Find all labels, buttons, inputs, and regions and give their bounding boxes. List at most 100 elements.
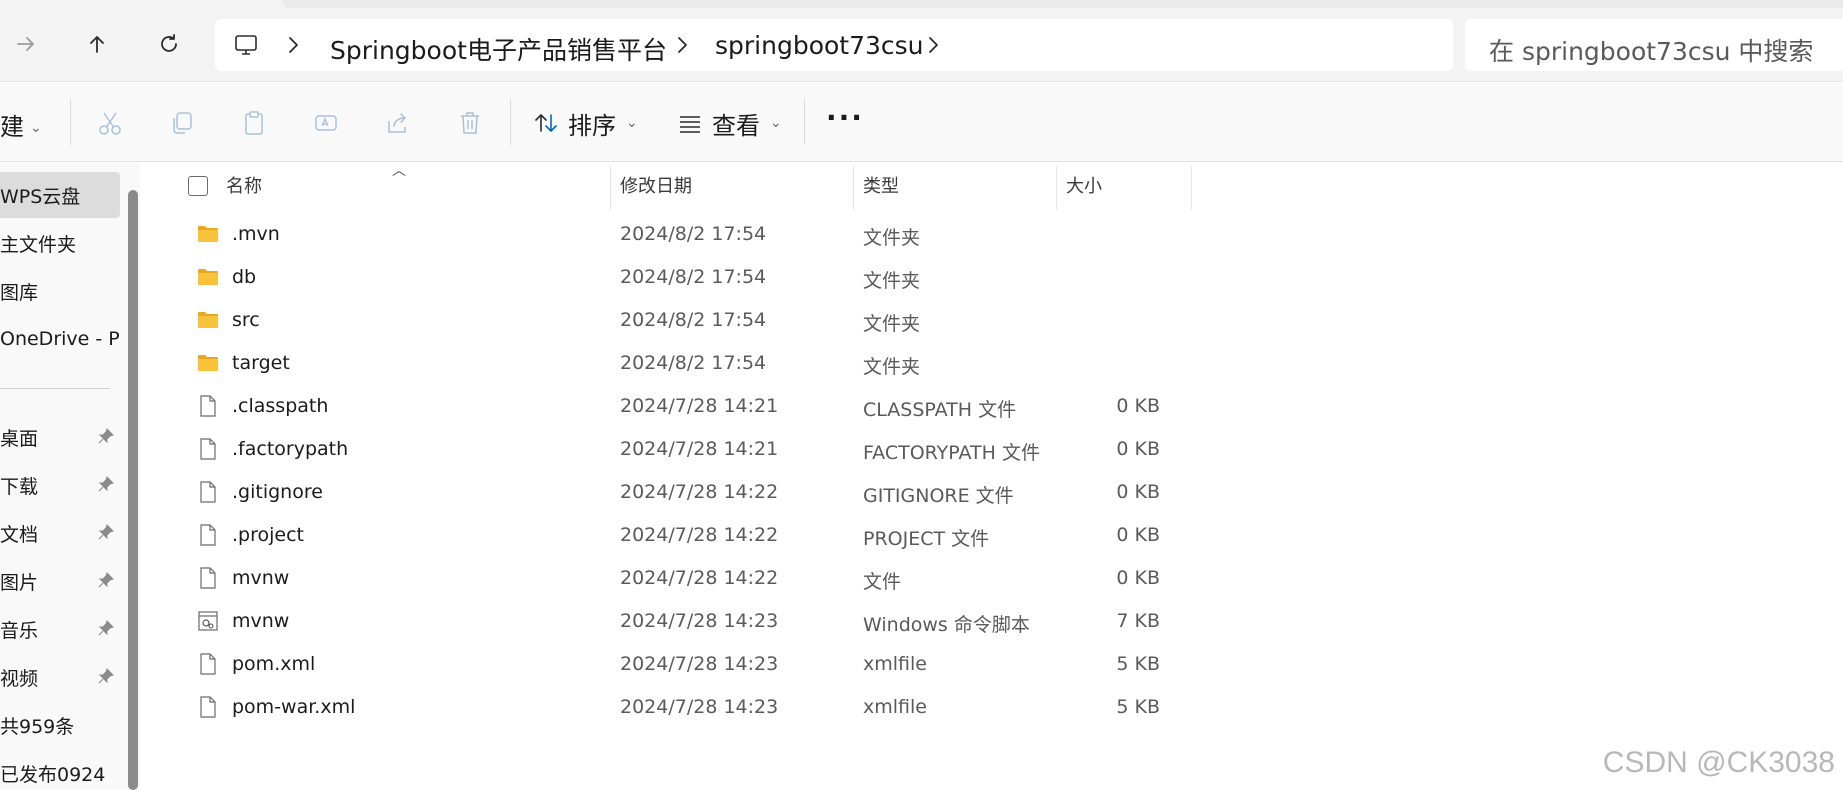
column-header-type[interactable]: 类型 [863, 172, 899, 202]
sidebar-item-pictures[interactable]: 图片 [0, 558, 120, 604]
file-modified: 2024/8/2 17:54 [620, 223, 767, 245]
file-row[interactable]: .mvn 2024/8/2 17:54 文件夹 [188, 213, 1228, 256]
navigation-pane: WPS云盘 主文件夹 图库 OneDrive - Per 桌面 下载 文档 图片… [0, 162, 140, 790]
address-field[interactable]: Springboot电子产品销售平台 springboot73csu [215, 19, 1453, 71]
refresh-button[interactable] [151, 26, 187, 62]
column-divider[interactable] [1056, 166, 1057, 210]
sidebar-item-label: 主文件夹 [0, 233, 77, 256]
file-row[interactable]: src 2024/8/2 17:54 文件夹 [188, 299, 1228, 342]
file-icon [200, 438, 216, 460]
sidebar-item-wps-cloud[interactable]: WPS云盘 [0, 172, 120, 218]
address-bar-row: Springboot电子产品销售平台 springboot73csu 在 spr… [0, 0, 1843, 82]
breadcrumb-item-project[interactable]: Springboot电子产品销售平台 [330, 31, 667, 67]
file-type: 文件 [863, 571, 902, 593]
scissors-icon [99, 112, 121, 135]
column-divider[interactable] [1191, 166, 1192, 210]
watermark: CSDN @CK3038 [1602, 746, 1835, 779]
column-header-name[interactable]: 名称 [226, 172, 262, 202]
delete-button[interactable] [456, 109, 484, 137]
sidebar-divider [0, 388, 110, 389]
sidebar-item-documents[interactable]: 文档 [0, 510, 120, 556]
new-button[interactable]: 建 ⌄ [0, 107, 42, 142]
sort-button[interactable]: 排序 ⌄ [532, 105, 638, 141]
chevron-right-icon[interactable] [921, 33, 945, 57]
file-icon [200, 696, 216, 718]
column-divider[interactable] [610, 166, 611, 210]
pin-icon [98, 620, 114, 636]
sidebar-item-home[interactable]: 主文件夹 [0, 220, 120, 266]
paste-button[interactable] [240, 109, 268, 137]
file-row[interactable]: target 2024/8/2 17:54 文件夹 [188, 342, 1228, 385]
sidebar-scrollbar[interactable] [128, 190, 138, 790]
chevron-right-icon[interactable] [670, 33, 694, 57]
file-row[interactable]: mvnw 2024/7/28 14:22 文件 0 KB [188, 557, 1228, 600]
file-type: Windows 命令脚本 [863, 614, 1030, 636]
sidebar-item-label: 下载 [0, 475, 39, 498]
sidebar-item-label: 视频 [0, 667, 39, 690]
file-row[interactable]: pom-war.xml 2024/7/28 14:23 xmlfile 5 KB [188, 686, 1228, 729]
file-size: 0 KB [1116, 524, 1160, 546]
file-size: 5 KB [1116, 653, 1160, 675]
sidebar-item-gallery[interactable]: 图库 [0, 268, 120, 314]
file-row[interactable]: .classpath 2024/7/28 14:21 CLASSPATH 文件 0 K… [188, 385, 1228, 428]
file-row[interactable]: .project 2024/7/28 14:22 PROJECT 文件 0 KB [188, 514, 1228, 557]
file-name: src [232, 309, 260, 331]
file-type: PROJECT 文件 [863, 528, 990, 550]
sidebar-item-label: 桌面 [0, 427, 39, 450]
sidebar-item-desktop[interactable]: 桌面 [0, 414, 120, 460]
column-header-modified[interactable]: 修改日期 [620, 172, 692, 202]
file-type: GITIGNORE 文件 [863, 485, 1014, 507]
search-box[interactable]: 在 springboot73csu 中搜索 [1465, 19, 1843, 71]
file-row[interactable]: pom.xml 2024/7/28 14:23 xmlfile 5 KB [188, 643, 1228, 686]
file-row[interactable]: .gitignore 2024/7/28 14:22 GITIGNORE 文件 0 K… [188, 471, 1228, 514]
sort-ascending-icon: ︿ [392, 163, 406, 179]
file-list: ︿ 名称 修改日期 类型 大小 .mvn 2024/8/2 17:54 文件夹 db 2… [148, 162, 1843, 790]
file-name: .classpath [232, 395, 329, 417]
file-row[interactable]: mvnw 2024/7/28 14:23 Windows 命令脚本 7 KB [188, 600, 1228, 643]
file-type: xmlfile [863, 653, 927, 675]
column-divider[interactable] [853, 166, 854, 210]
chevron-right-icon[interactable] [281, 33, 305, 57]
file-size: 0 KB [1116, 395, 1160, 417]
file-modified: 2024/7/28 14:23 [620, 696, 779, 718]
up-button[interactable] [79, 26, 115, 62]
sidebar-item-videos[interactable]: 视频 [0, 654, 120, 700]
sidebar-item-label: WPS云盘 [0, 185, 81, 208]
sidebar-item-label: 共959条 [0, 715, 75, 738]
breadcrumb-item-folder[interactable]: springboot73csu [715, 31, 924, 60]
view-button[interactable]: 查看 ⌄ [676, 105, 782, 141]
clipboard-icon [245, 111, 263, 135]
sidebar-item-label: 文档 [0, 523, 39, 546]
copy-button[interactable] [168, 109, 196, 137]
file-name: pom.xml [232, 653, 316, 675]
sidebar-item-folder-published[interactable]: 已发布0924 [0, 750, 120, 790]
file-modified: 2024/7/28 14:21 [620, 395, 779, 417]
forward-button[interactable] [8, 26, 44, 62]
sidebar-item-onedrive[interactable]: OneDrive - Per [0, 316, 120, 362]
file-type: 文件夹 [863, 270, 921, 292]
trash-icon [461, 112, 479, 134]
file-name: .mvn [232, 223, 280, 245]
sidebar-item-folder-959[interactable]: 共959条 [0, 702, 120, 748]
view-label: 查看 [712, 111, 760, 140]
file-row[interactable]: .factorypath 2024/7/28 14:21 FACTORYPATH 文… [188, 428, 1228, 471]
file-size: 0 KB [1116, 438, 1160, 460]
file-row[interactable]: db 2024/8/2 17:54 文件夹 [188, 256, 1228, 299]
cut-button[interactable] [96, 109, 124, 137]
pin-icon [98, 668, 114, 684]
command-bar: 建 ⌄ 排序 ⌄ 查看 ⌄ ··· [0, 83, 1843, 162]
file-modified: 2024/7/28 14:22 [620, 524, 779, 546]
this-pc-icon [235, 35, 257, 55]
list-view-icon [680, 116, 700, 133]
more-options-button[interactable]: ··· [826, 101, 864, 134]
tab-strip [283, 0, 1843, 8]
select-all-checkbox[interactable] [188, 176, 208, 196]
file-icon [200, 481, 216, 503]
sidebar-item-downloads[interactable]: 下载 [0, 462, 120, 508]
file-name: target [232, 352, 290, 374]
rename-button[interactable] [312, 109, 340, 137]
sidebar-item-music[interactable]: 音乐 [0, 606, 120, 652]
column-header-size[interactable]: 大小 [1066, 172, 1102, 202]
file-type: FACTORYPATH 文件 [863, 442, 1040, 464]
share-button[interactable] [384, 109, 412, 137]
